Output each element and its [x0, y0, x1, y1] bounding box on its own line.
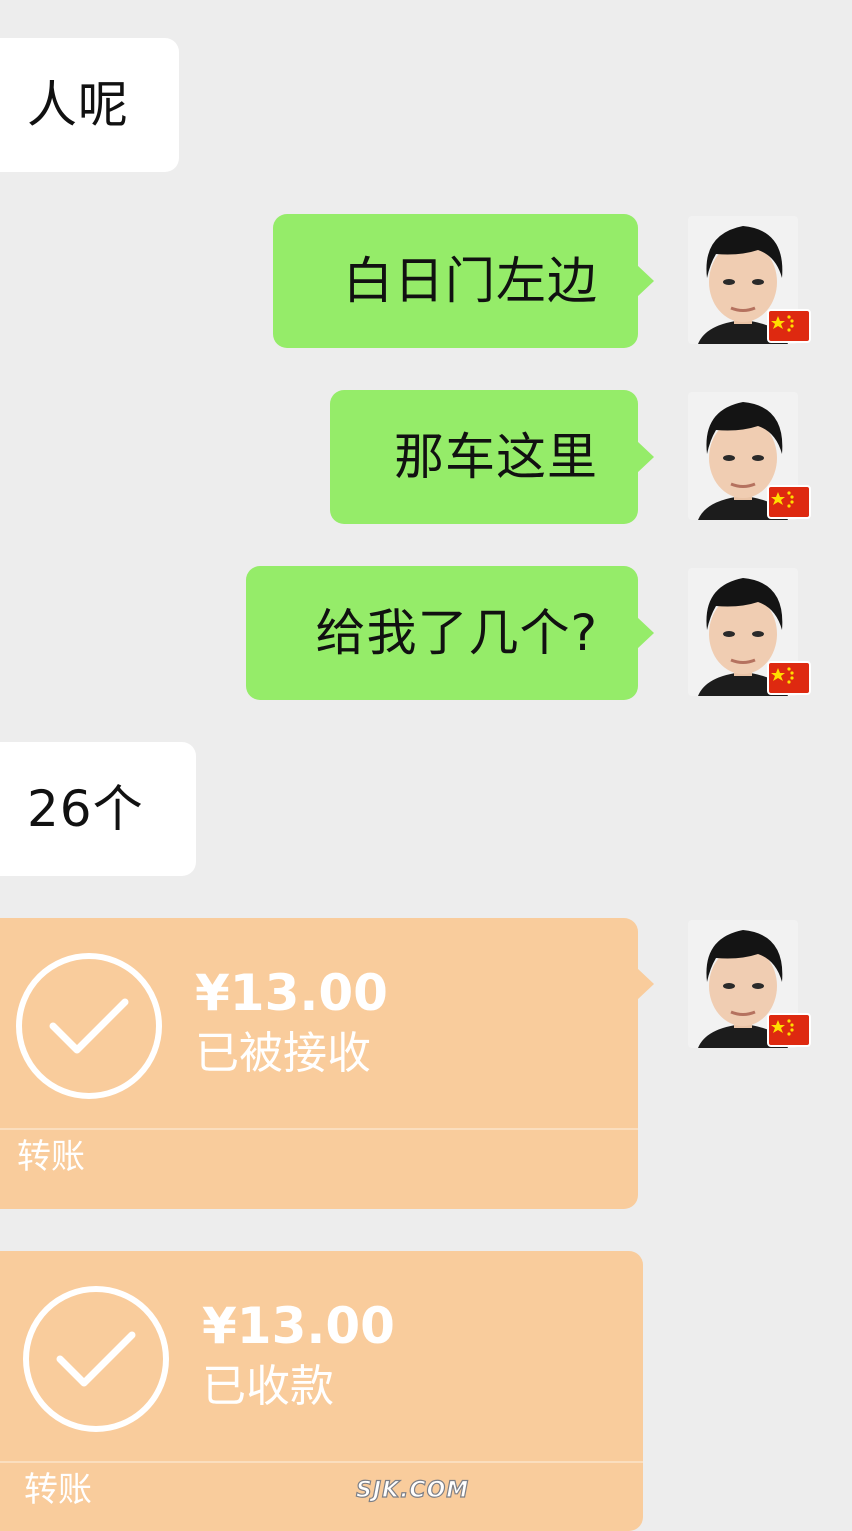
message-text: 人呢 [27, 76, 129, 134]
china-flag-icon [767, 661, 811, 695]
avatar[interactable] [688, 920, 814, 1050]
message-text: 给我了几个? [315, 604, 598, 662]
transfer-status: 已收款 [202, 1361, 334, 1412]
message-text: 那车这里 [394, 428, 598, 486]
china-flag-icon [767, 485, 811, 519]
china-flag-icon [767, 1013, 811, 1047]
user-avatar-icon [688, 216, 811, 344]
transfer-divider [0, 1461, 643, 1463]
transfer-amount: ¥13.00 [202, 1297, 395, 1355]
transfer-divider [0, 1128, 638, 1130]
avatar[interactable] [688, 392, 814, 522]
transfer-status: 已被接收 [195, 1028, 371, 1079]
outgoing-message-bubble[interactable]: 给我了几个? [246, 566, 654, 700]
watermark-logo: SJK.COM [355, 1477, 470, 1503]
transfer-amount: ¥13.00 [195, 964, 388, 1022]
transfer-card[interactable]: ¥13.00 已被接收 转账 [0, 918, 654, 1209]
user-avatar-icon [688, 920, 811, 1048]
user-avatar-icon [688, 568, 811, 696]
incoming-message-bubble[interactable]: 26个 [0, 742, 196, 876]
incoming-message-bubble[interactable]: 人呢 [0, 38, 179, 172]
outgoing-message-bubble[interactable]: 那车这里 [330, 390, 654, 524]
china-flag-icon [767, 309, 811, 343]
check-circle-icon [16, 953, 162, 1099]
transfer-label: 转账 [17, 1137, 85, 1177]
transfer-card[interactable]: ¥13.00 已收款 转账 [0, 1251, 643, 1531]
outgoing-message-bubble[interactable]: 白日门左边 [273, 214, 654, 348]
avatar[interactable] [688, 568, 814, 698]
avatar[interactable] [688, 216, 814, 346]
transfer-label: 转账 [24, 1470, 92, 1510]
message-text: 白日门左边 [343, 252, 598, 310]
check-circle-icon [23, 1286, 169, 1432]
user-avatar-icon [688, 392, 811, 520]
message-text: 26个 [27, 780, 144, 838]
